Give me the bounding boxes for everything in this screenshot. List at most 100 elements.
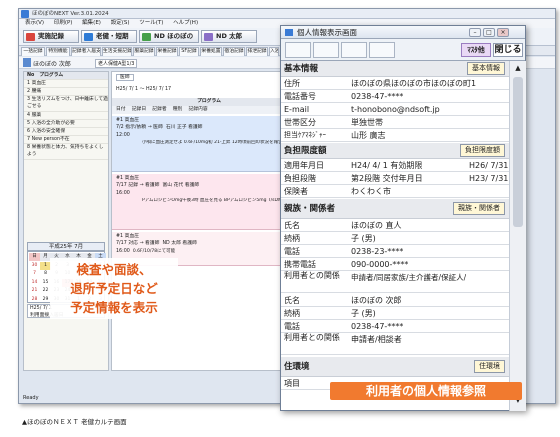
main-title-bar: ほのぼのNEXT Ver.3.01.2024 (19, 9, 555, 19)
residence-button[interactable]: 住環境 (474, 360, 505, 373)
toolbar-slot-4[interactable] (369, 42, 395, 58)
field-row: 利用者との関係 申請者/同居家族/主介護者/保証人/ (281, 271, 509, 293)
field-row: 携帯電話 090-0000-**** (281, 258, 509, 271)
calendar-day[interactable]: 14 (29, 279, 40, 287)
facility-icon (142, 33, 151, 41)
calendar-day[interactable]: 28 (29, 296, 40, 304)
minimize-icon[interactable]: – (469, 28, 481, 37)
care-icon (84, 33, 93, 41)
menu-print[interactable]: 印刷(P) (54, 20, 73, 26)
program-item[interactable]: 7 New person不在 (24, 136, 108, 144)
program-item[interactable]: 2 腰痛 (24, 88, 108, 96)
record-row[interactable]: #1 高血圧 7/17 記録 → 看護師 富山 花代 看護師 16:00 Pアム… (112, 174, 302, 230)
field-row: 利用者との関係 申請者/相談者 (281, 333, 509, 355)
burden-limit-button[interactable]: 負担限度額 (460, 144, 505, 157)
vertical-scrollbar[interactable]: ▲ ▼ (509, 61, 526, 411)
person-icon (23, 58, 31, 67)
record-panel: 医師 H25/ 7/ 1 ～ H25/ 7/ 17 プログラム 日付 記録日 記… (111, 71, 303, 371)
tab-medication[interactable]: 服薬記録 (133, 47, 155, 56)
dialog-toolbar: ﾏｽﾀ他 閉じる (281, 39, 525, 61)
menu-tools[interactable]: ツール(T) (139, 20, 163, 26)
calendar-day[interactable]: 21 (29, 287, 40, 295)
status-text: Ready (23, 395, 39, 401)
tab-entry[interactable]: 記録者入居支 (71, 47, 101, 56)
tab-bath[interactable]: 入浴記録 (269, 47, 279, 56)
field-row: 続柄子 (男) (281, 232, 509, 245)
tab-nutrition-care[interactable]: 栄養処置 (200, 47, 222, 56)
close-icon[interactable]: × (497, 28, 509, 37)
program-item[interactable]: 5 入浴の全介助が必要 (24, 120, 108, 128)
program-list-panel: No プログラム 1 高血圧 2 腰痛 3 生活リズムをつけ、日中離床して過ごせ… (23, 71, 109, 371)
calendar-title[interactable]: 平成25年 7月 (27, 242, 105, 251)
menu-edit[interactable]: 編集(E) (82, 20, 101, 26)
program-item[interactable]: 1 高血圧 (24, 80, 108, 88)
care-type-button[interactable]: 老健・短期 (81, 30, 137, 43)
menu-settings[interactable]: 設定(S) (111, 20, 130, 26)
tab-nutrition[interactable]: 栄養記録 (156, 47, 178, 56)
section-residence: 住環境 住環境 (281, 357, 509, 377)
record-button[interactable]: 実施記録 (23, 30, 79, 43)
menu-view[interactable]: 表示(V) (25, 20, 44, 26)
user-button[interactable]: ND 太郎 (201, 30, 257, 43)
record-row[interactable]: #1 高血圧 7/2 指示/依頼 → 医師 石川 正子 看護師 12:00 小唄… (112, 116, 302, 172)
field-row: 電話番号 0238-47-**** (281, 90, 509, 103)
doctor-filter: 医師 (112, 74, 302, 82)
app-icon (21, 10, 29, 18)
doctor-select[interactable]: 医師 (116, 74, 134, 81)
user-icon (204, 33, 213, 41)
dialog-title-bar: 個人情報表示画面 – □ × (281, 26, 525, 39)
program-list-header: No プログラム (24, 72, 108, 80)
tab-sf[interactable]: SF記録 (179, 47, 199, 56)
tab-special[interactable]: 特別機能 (46, 47, 70, 56)
program-item[interactable]: 6 入浴の安全確保 (24, 128, 108, 136)
section-relatives: 親族・関係者 親族・関係者 (281, 199, 509, 219)
field-row: 担当ｹｱﾏﾈｼﾞｬｰ 山形 廣志 (281, 129, 509, 142)
dialog-title: 個人情報表示画面 (297, 28, 357, 37)
relatives-button[interactable]: 親族・関係者 (453, 202, 505, 215)
personal-info-dialog: 個人情報表示画面 – □ × ﾏｽﾀ他 閉じる 基本情報 基本情報 住所 ほのぼの… (280, 25, 526, 411)
scroll-up-icon[interactable]: ▲ (513, 64, 523, 74)
field-row: 適用年月日 H24/ 4/ 1 有効期限 H26/ 7/31 (281, 159, 509, 172)
personal-info-annotation: 利用者の個人情報参照 (330, 382, 522, 400)
field-row: 保険者 わくわく市 (281, 185, 509, 198)
basic-info-button[interactable]: 基本情報 (467, 62, 505, 75)
tab-life-support[interactable]: 生活支援記録 (102, 47, 132, 56)
calendar-day[interactable]: 30 (29, 262, 40, 270)
field-row: 世帯区分 単独世帯 (281, 116, 509, 129)
window-icon (285, 29, 293, 36)
field-row: 続柄子 (男) (281, 307, 509, 320)
program-header: プログラム (112, 98, 302, 106)
calendar-day[interactable]: 7 (29, 270, 40, 278)
section-burden: 負担限度額 負担限度額 (281, 143, 509, 159)
figure-caption: ▲ほのぼのＮＥＸＴ 老健カルテ画面 (22, 418, 127, 426)
tab-bulk-record[interactable]: 一括記録 (21, 47, 45, 56)
main-window-title: ほのぼのNEXT Ver.3.01.2024 (32, 11, 109, 17)
toolbar-slot-3[interactable] (341, 42, 367, 58)
program-item[interactable]: 3 生活リズムをつけ、日中離床して過ごせる (24, 96, 108, 112)
insurance-select[interactable]: 老人保健A型1/3 (95, 59, 138, 68)
section-basic: 基本情報 基本情報 (281, 61, 509, 77)
master-other-button[interactable]: ﾏｽﾀ他 (461, 43, 491, 57)
toolbar-slot-1[interactable] (285, 42, 311, 58)
field-row: 氏名 ほのぼの 直人 (281, 219, 509, 232)
toolbar-slot-2[interactable] (313, 42, 339, 58)
scroll-thumb[interactable] (513, 77, 523, 227)
tab-stay[interactable]: 宿泊記録 (223, 47, 245, 56)
menu-help[interactable]: ヘルプ(H) (173, 20, 198, 26)
calendar-weekday: 日 (29, 253, 40, 261)
program-item[interactable]: 4 服薬 (24, 112, 108, 120)
tab-excretion[interactable]: 排泄記録 (246, 47, 268, 56)
info-body: 基本情報 基本情報 住所 ほのぼの県ほのぼの市ほのぼの町1 電話番号 0238-47… (281, 61, 509, 410)
field-row: 電話 0238-23-**** (281, 245, 509, 258)
field-row: 住所 ほのぼの県ほのぼの市ほのぼの町1 (281, 77, 509, 90)
record-icon (26, 33, 35, 41)
field-row: 負担段階 第2段階 交付年月日 H23/ 7/31 (281, 172, 509, 185)
schedule-annotation: 検査や面談、 退所予定日など 予定情報を表示 (50, 258, 178, 319)
maximize-icon[interactable]: □ (483, 28, 495, 37)
facility-button[interactable]: ND ほのぼの (139, 30, 199, 43)
close-button[interactable]: 閉じる (493, 43, 523, 57)
program-item[interactable]: 8 栄養状態と体力、気持ちをよくしよう (24, 144, 108, 160)
date-range[interactable]: H25/ 7/ 1 ～ H25/ 7/ 17 (112, 86, 302, 94)
patient-name[interactable]: ほのぼの 次郎 (33, 59, 71, 68)
field-row: E-mail t-honobono@ndsoft.jp (281, 103, 509, 116)
